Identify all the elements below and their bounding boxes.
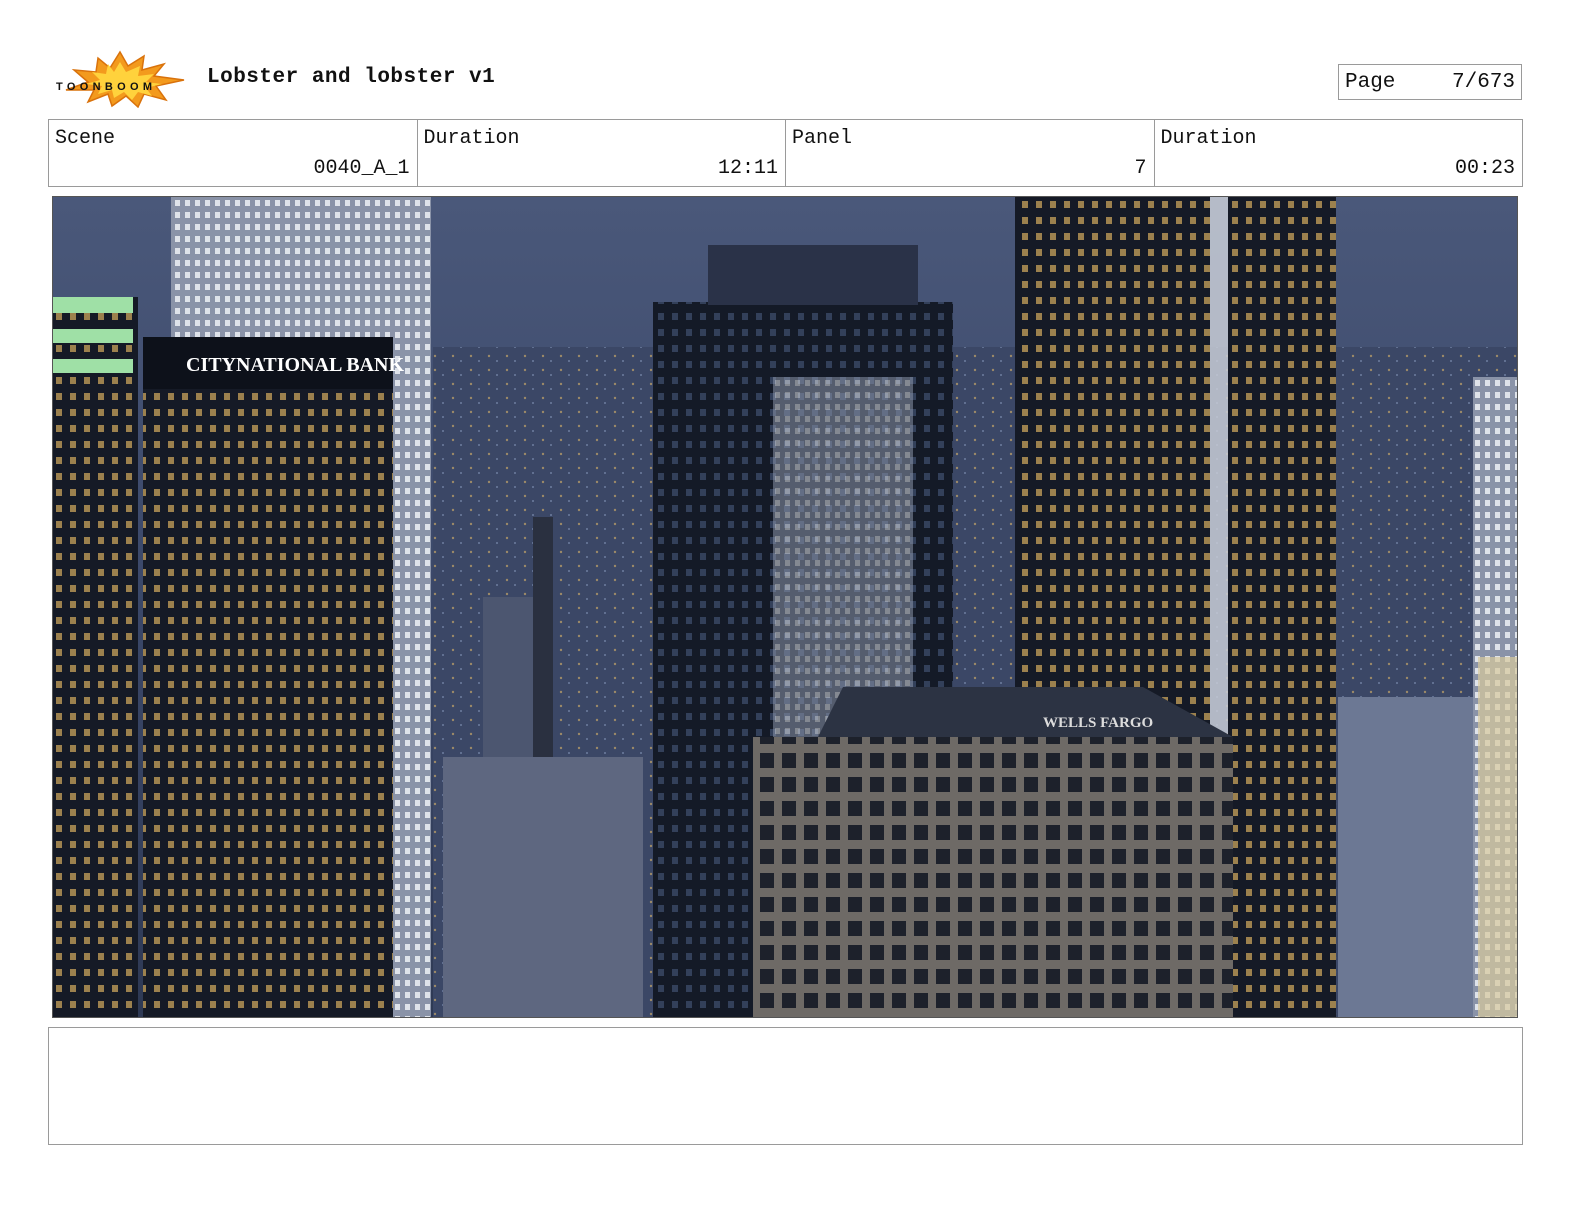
panel-value: 7 bbox=[1134, 157, 1147, 180]
scene-duration-cell: Duration 12:11 bbox=[418, 120, 786, 186]
panel-duration-cell: Duration 00:23 bbox=[1155, 120, 1523, 186]
document-title: Lobster and lobster v1 bbox=[207, 66, 496, 89]
spire bbox=[533, 517, 553, 757]
panel-duration-label: Duration bbox=[1160, 127, 1257, 150]
right-mid-building bbox=[1338, 697, 1473, 1017]
logo-text: TOONBOOM bbox=[56, 81, 152, 93]
scene-duration-value: 12:11 bbox=[717, 157, 778, 180]
left-tower-light bbox=[53, 297, 133, 313]
scene-duration-label: Duration bbox=[423, 127, 520, 150]
panel-label: Panel bbox=[792, 127, 853, 150]
toonboom-logo: TOONBOOM bbox=[52, 50, 188, 109]
page-value: 7/673 bbox=[1451, 71, 1515, 94]
scene-cell: Scene 0040_A_1 bbox=[49, 120, 418, 186]
left-tower bbox=[53, 297, 138, 1017]
scene-value: 0040_A_1 bbox=[313, 157, 410, 180]
wells-fargo-building bbox=[753, 737, 1233, 1017]
panel-notes-box bbox=[48, 1027, 1523, 1145]
panel-duration-value: 00:23 bbox=[1454, 157, 1515, 180]
scene-label: Scene bbox=[55, 127, 116, 150]
storyboard-panel-image: CITYNATIONAL BANK WELLS FARGO bbox=[52, 196, 1518, 1018]
mid-low-block bbox=[443, 757, 643, 1017]
page-label: Page bbox=[1345, 71, 1396, 94]
page-indicator: Page 7/673 bbox=[1338, 64, 1522, 100]
right-twin-tower bbox=[1228, 197, 1336, 1017]
city-national-sign: CITYNATIONAL BANK bbox=[186, 354, 404, 376]
scene-info-bar: Scene 0040_A_1 Duration 12:11 Panel 7 Du… bbox=[48, 119, 1523, 187]
wells-fargo-sign: WELLS FARGO bbox=[1043, 715, 1153, 731]
panel-cell: Panel 7 bbox=[786, 120, 1155, 186]
city-national-tower bbox=[143, 337, 393, 1017]
